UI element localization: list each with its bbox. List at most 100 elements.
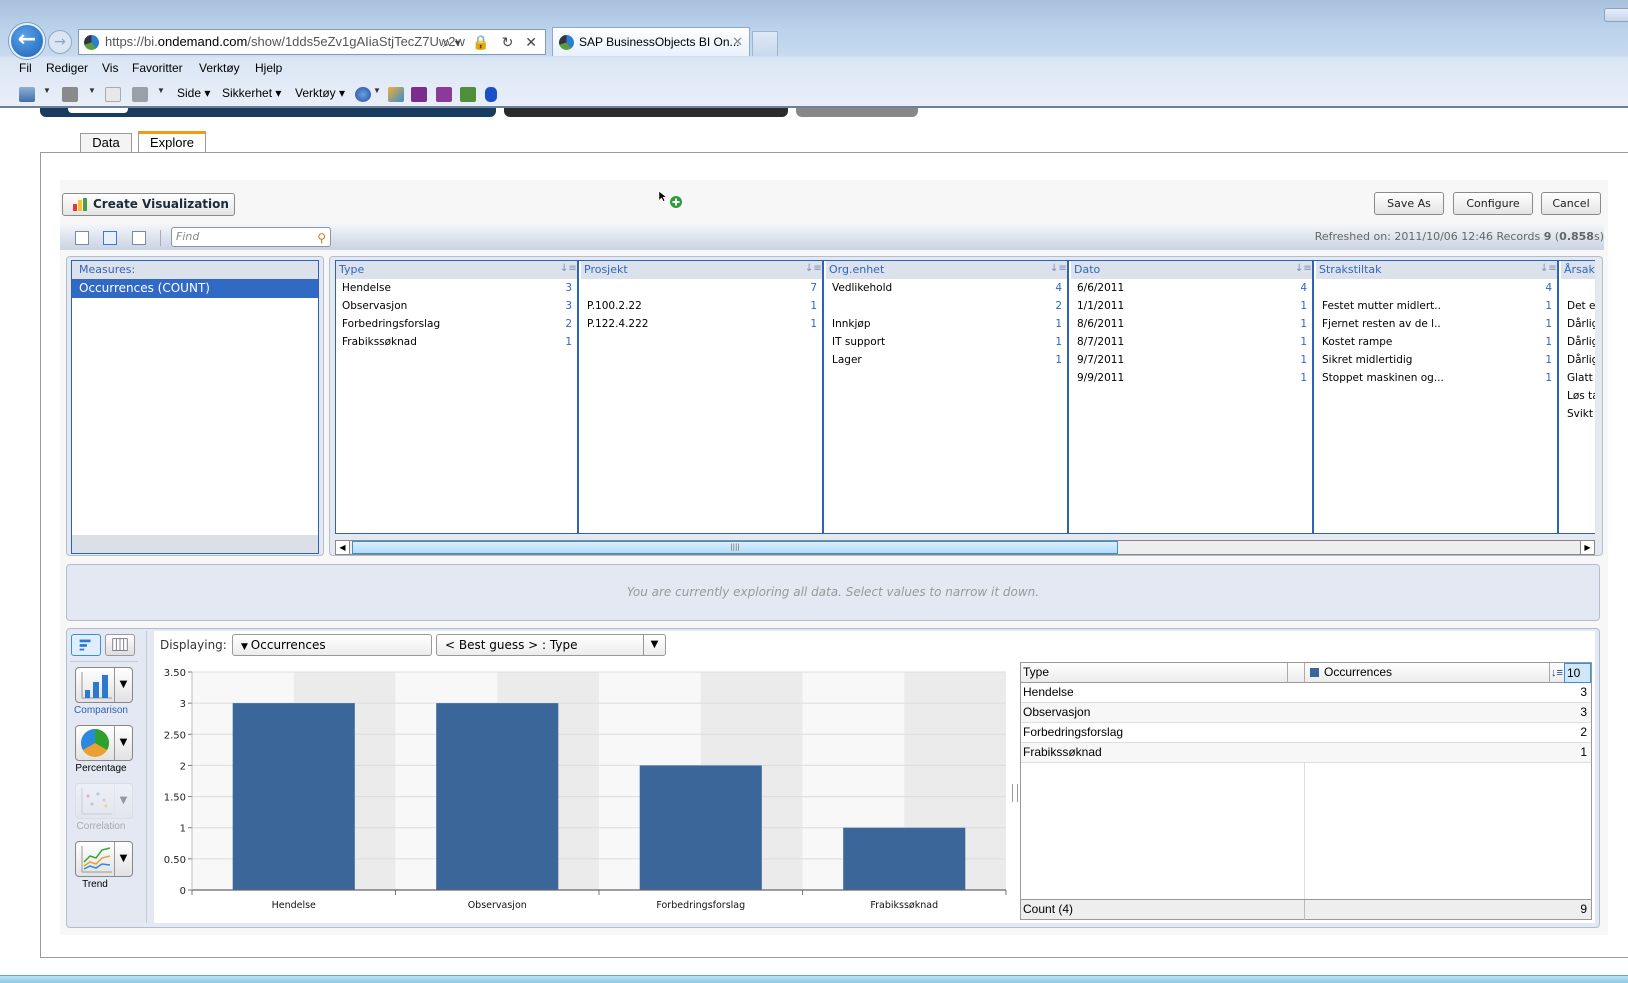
facet-value-row[interactable]: Dårlig fe	[1561, 315, 1595, 333]
configure-button[interactable]: Configure	[1453, 192, 1533, 215]
facet-value-row[interactable]: 9/7/2011 1	[1071, 351, 1312, 369]
percentage-dropdown-icon[interactable]: ▼	[114, 726, 132, 760]
verktoy-menu[interactable]: Verktøy ▾	[295, 86, 345, 100]
facet-header[interactable]: Dato ↓≡	[1071, 261, 1312, 279]
measure-select[interactable]: ▼ Occurrences	[232, 634, 432, 656]
mail-icon[interactable]	[105, 87, 121, 102]
scroll-right-arrow[interactable]: ▶	[1580, 541, 1594, 554]
facet-value-row[interactable]: Fjernet resten av de l.. 1	[1316, 315, 1557, 333]
dimension-dropdown-icon[interactable]: ▼	[643, 635, 665, 655]
facet-value-row[interactable]: Frabikssøknad 1	[336, 333, 577, 351]
facet-value-row[interactable]: Dårlig r	[1561, 351, 1595, 369]
facet-value-row[interactable]: Glatt	[1561, 369, 1595, 387]
facet-value-row[interactable]: Hendelse 3	[336, 279, 577, 297]
address-bar[interactable]: https://bi.ondemand.com/show/1dds5eZv1gA…	[78, 29, 546, 55]
side-menu[interactable]: Side ▾	[177, 86, 210, 100]
forward-button[interactable]: →	[48, 30, 72, 54]
menu-fil[interactable]: Fil	[19, 61, 32, 75]
menu-rediger[interactable]: Rediger	[46, 61, 88, 75]
sort-icon[interactable]: ↓≡	[560, 263, 577, 276]
feeds-icon[interactable]	[62, 87, 78, 102]
help-icon[interactable]	[355, 87, 371, 102]
facet-value-row[interactable]: 6/6/2011 4	[1071, 279, 1312, 297]
feeds-dropdown-icon[interactable]: ▼	[88, 86, 96, 95]
layout-top-icon[interactable]	[132, 231, 146, 245]
print-icon[interactable]	[132, 87, 148, 102]
home-icon[interactable]	[19, 87, 35, 102]
create-visualization-button[interactable]: Create Visualization	[62, 193, 235, 216]
facet-value-row[interactable]: Lager 1	[826, 351, 1067, 369]
sort-icon[interactable]: ↓≡	[1050, 263, 1067, 276]
scrollbar-thumb[interactable]: ||||	[352, 541, 1118, 554]
facet-header[interactable]: Strakstiltak ↓≡	[1316, 261, 1557, 279]
facet-value-row[interactable]: P.100.2.22 1	[581, 297, 822, 315]
close-tab-icon[interactable]: ✕	[732, 28, 743, 56]
table-row[interactable]: Hendelse 3	[1021, 683, 1591, 703]
comparison-button[interactable]: ▼	[75, 667, 133, 703]
facet-value-row[interactable]: 7	[581, 279, 822, 297]
menu-verktoy[interactable]: Verktøy	[199, 61, 240, 75]
measure-item-occurrences[interactable]: Occurrences (COUNT)	[72, 279, 318, 298]
menu-favoritter[interactable]: Favoritter	[132, 61, 183, 75]
facet-value-row[interactable]: 4	[1316, 279, 1557, 297]
research-icon[interactable]	[388, 87, 404, 102]
evernote-icon[interactable]	[460, 87, 476, 102]
trend-button[interactable]: ▼	[75, 841, 133, 877]
facet-value-row[interactable]: 8/6/2011 1	[1071, 315, 1312, 333]
sort-descending-icon[interactable]: ↓≡	[1549, 663, 1564, 683]
facet-value-row[interactable]: Løs tak	[1561, 387, 1595, 405]
onenote-send-icon[interactable]	[411, 87, 427, 102]
print-dropdown-icon[interactable]: ▼	[157, 86, 165, 95]
comparison-dropdown-icon[interactable]: ▼	[114, 668, 132, 702]
facet-value-row[interactable]: Kostet rampe 1	[1316, 333, 1557, 351]
bluetooth-icon[interactable]	[485, 87, 497, 102]
facets-horizontal-scrollbar[interactable]: ◀ |||| ▶	[335, 540, 1595, 555]
table-row[interactable]: Observasjon 3	[1021, 703, 1591, 723]
chart-view-toggle[interactable]	[71, 634, 101, 656]
new-tab-button[interactable]	[752, 31, 778, 56]
layout-split-icon[interactable]	[103, 231, 117, 245]
facet-value-row[interactable]: Vedlikehold 4	[826, 279, 1067, 297]
tab-data[interactable]: Data	[80, 133, 132, 153]
facet-value-row[interactable]: 2	[826, 297, 1067, 315]
sort-icon[interactable]: ↓≡	[1295, 263, 1312, 276]
sort-icon[interactable]: ↓≡	[805, 263, 822, 276]
address-actions-icons[interactable]: ⌕▾ 🔒 ↻ ✕	[443, 30, 541, 54]
minimize-window-button[interactable]	[1604, 8, 1628, 22]
find-input[interactable]: Find ⚲	[171, 227, 331, 247]
facet-value-row[interactable]: 1/1/2011 1	[1071, 297, 1312, 315]
facet-header[interactable]: Årsak	[1561, 261, 1595, 279]
column-header-occurrences[interactable]: Occurrences	[1310, 665, 1392, 679]
facet-value-row[interactable]: IT support 1	[826, 333, 1067, 351]
table-row[interactable]: Forbedringsforslag 2	[1021, 723, 1591, 743]
tab-explore[interactable]: Explore	[138, 131, 206, 152]
column-header-type[interactable]: Type	[1023, 665, 1049, 679]
facet-header[interactable]: Type ↓≡	[336, 261, 577, 279]
scroll-left-arrow[interactable]: ◀	[336, 541, 350, 554]
percentage-button[interactable]: ▼	[75, 725, 133, 761]
facet-value-row[interactable]: Observasjon 3	[336, 297, 577, 315]
facet-value-row[interactable]	[1561, 279, 1595, 297]
dimension-select[interactable]: < Best guess > : Type ▼	[436, 634, 666, 656]
facet-value-row[interactable]: Forbedringsforslag 2	[336, 315, 577, 333]
facet-value-row[interactable]: P.122.4.222 1	[581, 315, 822, 333]
facet-value-row[interactable]: Svikt i k	[1561, 405, 1595, 423]
facet-value-row[interactable]: Dårlig m	[1561, 333, 1595, 351]
onenote-linked-icon[interactable]	[436, 87, 452, 102]
save-as-button[interactable]: Save As	[1374, 192, 1444, 215]
search-icon[interactable]: ⚲	[317, 229, 326, 247]
home-dropdown-icon[interactable]: ▼	[43, 86, 51, 95]
browser-tab[interactable]: SAP BusinessObjects BI On... ✕	[552, 27, 750, 56]
table-view-toggle[interactable]	[105, 634, 135, 656]
facet-value-row[interactable]: Det er v	[1561, 297, 1595, 315]
menu-vis[interactable]: Vis	[102, 61, 118, 75]
sikkerhet-menu[interactable]: Sikkerhet ▾	[222, 86, 281, 100]
table-row[interactable]: Frabikssøknad 1	[1021, 743, 1591, 763]
facet-value-row[interactable]: 8/7/2011 1	[1071, 333, 1312, 351]
pane-splitter-handle[interactable]	[1012, 784, 1018, 802]
facet-value-row[interactable]: Innkjøp 1	[826, 315, 1067, 333]
help-dropdown-icon[interactable]: ▼	[373, 86, 381, 95]
cancel-button[interactable]: Cancel	[1541, 192, 1601, 215]
trend-dropdown-icon[interactable]: ▼	[114, 842, 132, 876]
facet-value-row[interactable]: 9/9/2011 1	[1071, 369, 1312, 387]
